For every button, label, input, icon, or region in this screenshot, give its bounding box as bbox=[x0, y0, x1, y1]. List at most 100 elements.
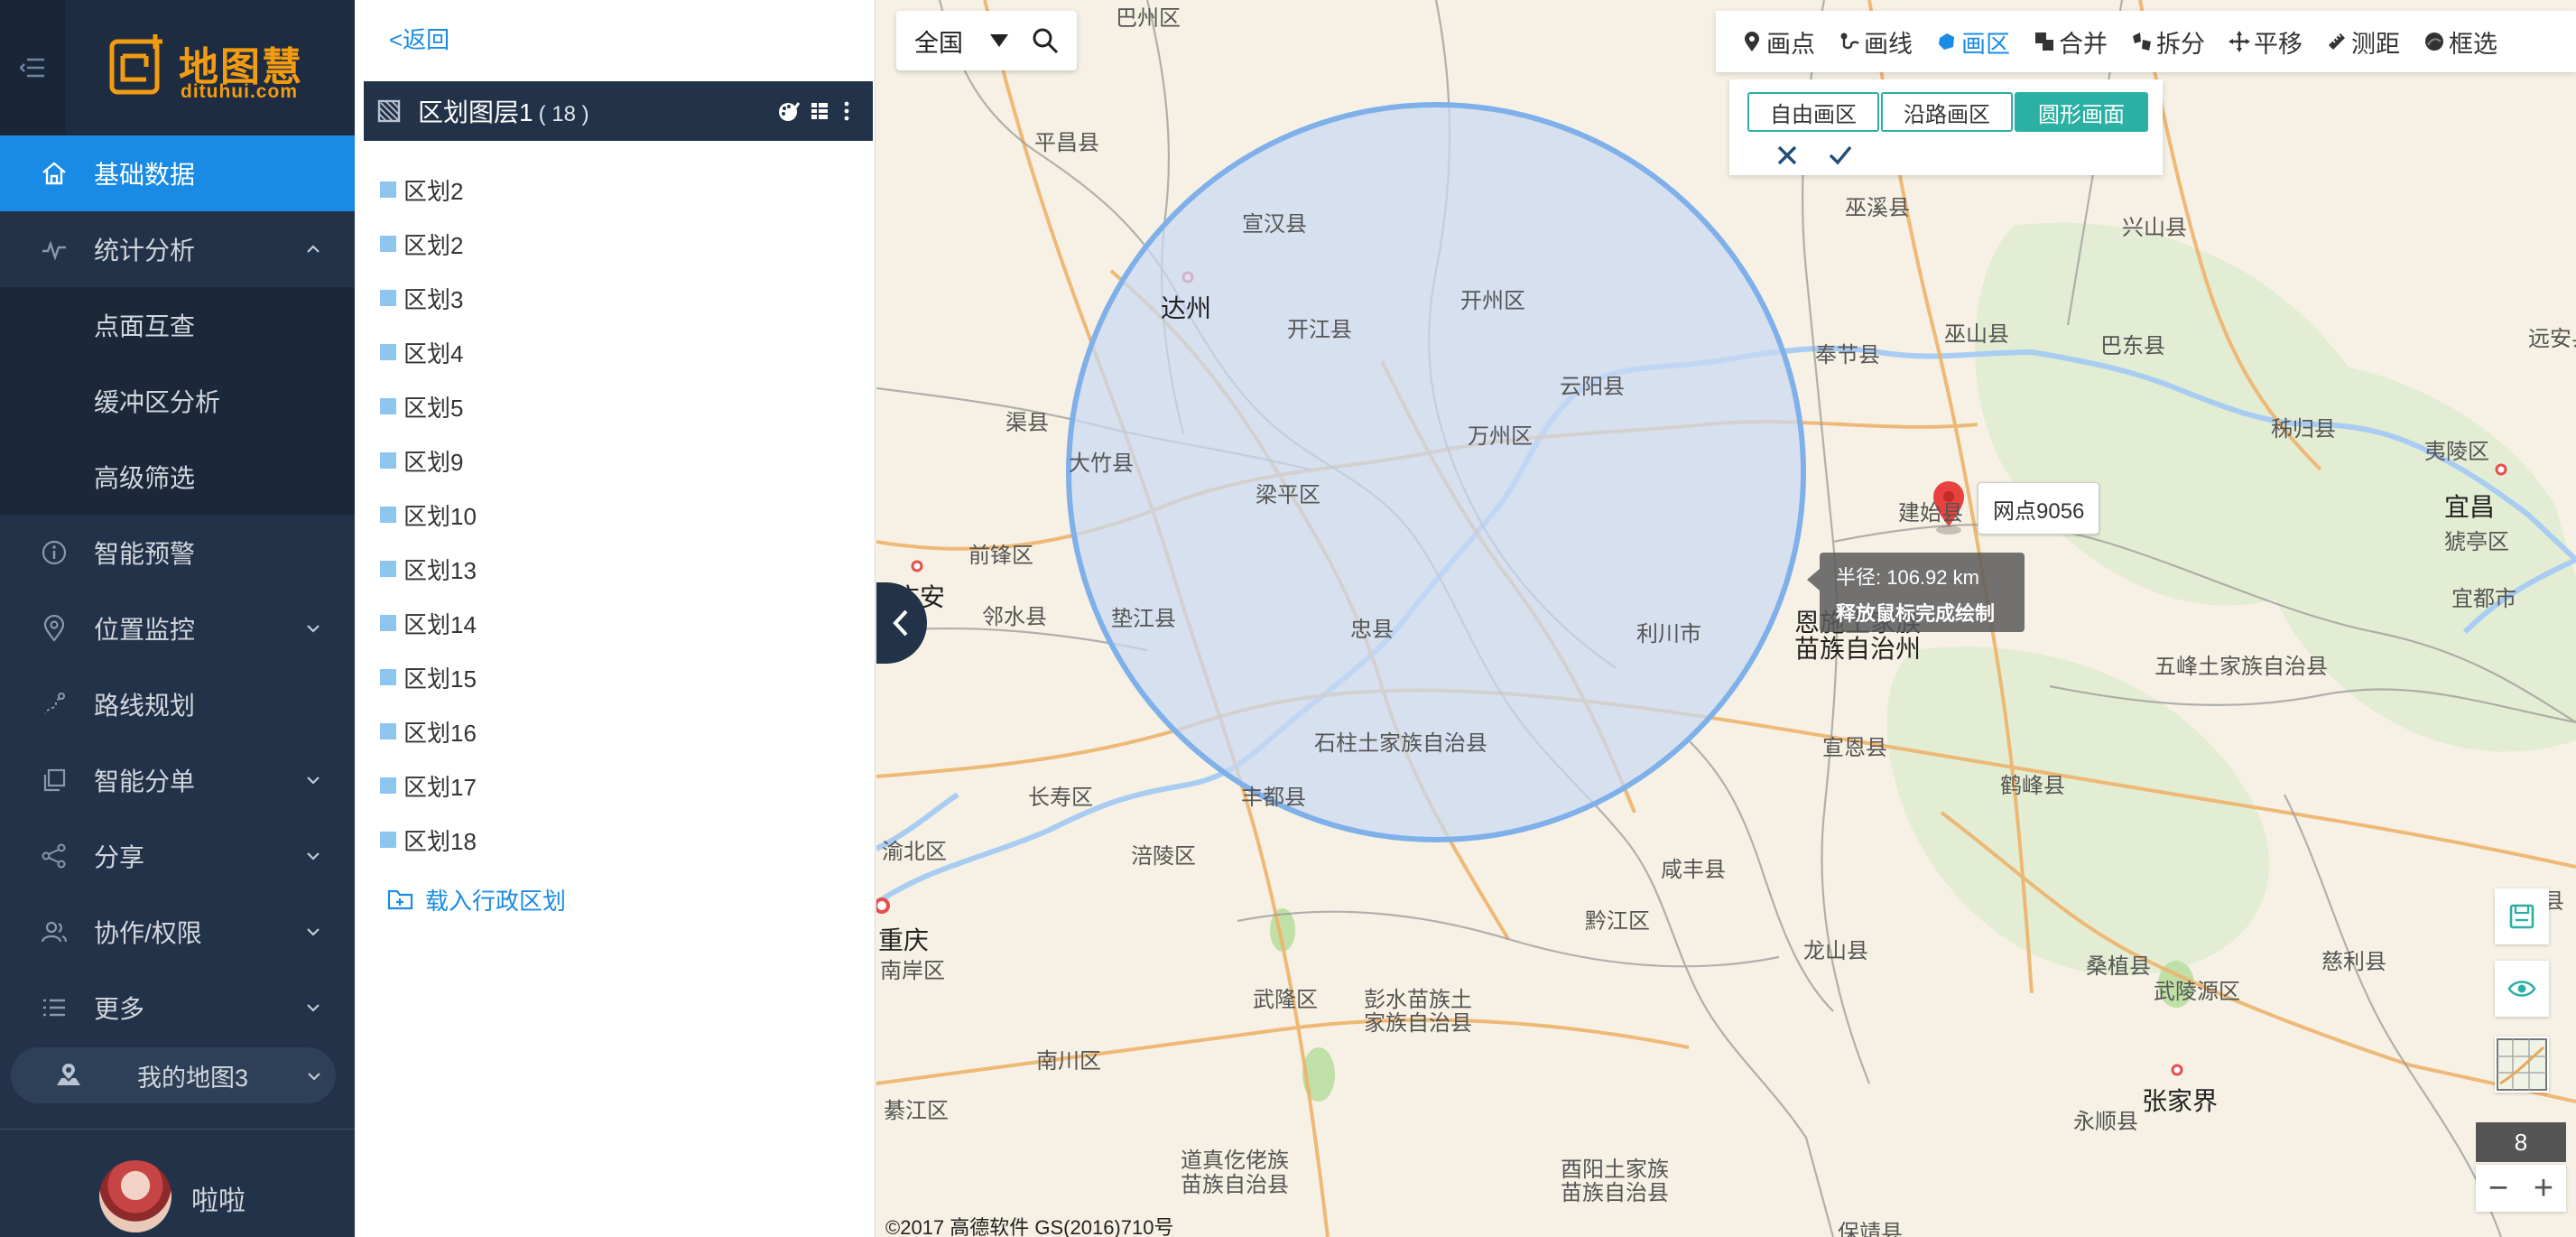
tool-box-select[interactable]: 框选 bbox=[2423, 24, 2497, 60]
menu-item-smart-alert[interactable]: 智能预警 bbox=[0, 515, 355, 591]
menu-item-buffer-analysis[interactable]: 缓冲区分析 bbox=[0, 363, 355, 439]
statistics-submenu: 点面互查 缓冲区分析 高级筛选 bbox=[0, 287, 355, 515]
tool-measure[interactable]: 测距 bbox=[2326, 24, 2400, 60]
region-item[interactable]: 区划14 bbox=[355, 596, 876, 650]
menu-item-more[interactable]: 更多 bbox=[0, 970, 355, 1046]
close-icon[interactable] bbox=[1774, 143, 1800, 168]
region-color-swatch bbox=[380, 290, 396, 306]
zoom-in-button[interactable]: + bbox=[2521, 1165, 2566, 1212]
info-icon bbox=[42, 540, 67, 565]
menu-item-share[interactable]: 分享 bbox=[0, 818, 355, 894]
mode-circle-draw-button[interactable]: 圆形画面 bbox=[2015, 92, 2148, 132]
menu-item-label: 智能分单 bbox=[94, 767, 196, 795]
map-place-label: 猇亭区 bbox=[2444, 530, 2509, 554]
map-place-label: 黔江区 bbox=[1585, 909, 1650, 934]
region-item[interactable]: 区划4 bbox=[355, 325, 876, 379]
avatar[interactable] bbox=[99, 1160, 171, 1232]
map-place-label: 张家界 bbox=[2142, 1087, 2219, 1115]
map-place-label: 达州 bbox=[1161, 294, 1212, 322]
menu-item-smart-dispatch[interactable]: 智能分单 bbox=[0, 742, 355, 818]
region-item[interactable]: 区划10 bbox=[355, 488, 876, 542]
region-item[interactable]: 区划2 bbox=[355, 163, 876, 217]
menu-item-basic-data[interactable]: 基础数据 bbox=[0, 135, 355, 211]
tool-draw-point[interactable]: 画点 bbox=[1741, 24, 1815, 60]
region-label: 区划13 bbox=[403, 556, 477, 584]
search-icon[interactable] bbox=[1032, 27, 1059, 54]
split-icon bbox=[2133, 33, 2151, 51]
tool-draw-area[interactable]: 画区 bbox=[1936, 24, 2010, 60]
mode-road-draw-button[interactable]: 沿路画区 bbox=[1881, 92, 2013, 132]
sidebar-collapse-button[interactable] bbox=[0, 0, 65, 135]
my-map-selector[interactable]: 我的地图3 bbox=[11, 1047, 336, 1103]
region-color-swatch bbox=[380, 561, 396, 577]
chevron-down-icon bbox=[307, 777, 320, 785]
polygon-icon bbox=[1939, 33, 1954, 50]
back-link[interactable]: <返回 bbox=[389, 22, 449, 55]
map-place-label: 大竹县 bbox=[1069, 451, 1134, 476]
tool-merge[interactable]: 合并 bbox=[2034, 24, 2108, 60]
map-place-label: 利川市 bbox=[1636, 622, 1701, 646]
region-item[interactable]: 区划15 bbox=[355, 650, 876, 704]
map-place-label: 宣恩县 bbox=[1822, 736, 1887, 760]
map-place-label: 奉节县 bbox=[1815, 343, 1880, 367]
logo[interactable]: 地图慧 dituhui.com bbox=[108, 27, 307, 108]
menu-item-point-area-query[interactable]: 点面互查 bbox=[0, 287, 355, 363]
table-icon[interactable] bbox=[808, 99, 831, 123]
region-item[interactable]: 区划18 bbox=[355, 813, 876, 867]
region-select[interactable]: 全国 bbox=[914, 23, 963, 59]
menu-item-location-monitor[interactable]: 位置监控 bbox=[0, 591, 355, 666]
region-item[interactable]: 区划9 bbox=[355, 433, 876, 488]
map-place-label: 苗族自治州 bbox=[1794, 635, 1922, 663]
caret-down-icon[interactable] bbox=[990, 34, 1008, 47]
map-place-label: 宜都市 bbox=[2451, 587, 2516, 611]
region-item[interactable]: 区划2 bbox=[355, 217, 876, 271]
region-label: 区划3 bbox=[403, 285, 464, 313]
map-place-label: 渝北区 bbox=[882, 840, 947, 864]
chevron-down-icon bbox=[308, 1073, 320, 1081]
mode-free-draw-button[interactable]: 自由画区 bbox=[1747, 92, 1879, 132]
tool-pan[interactable]: 平移 bbox=[2229, 24, 2303, 60]
visibility-button[interactable] bbox=[2495, 961, 2549, 1017]
menu-item-statistics[interactable]: 统计分析 bbox=[0, 211, 355, 287]
region-item[interactable]: 区划17 bbox=[355, 758, 876, 813]
menu-item-label: 高级筛选 bbox=[94, 464, 196, 492]
region-item[interactable]: 区划16 bbox=[355, 704, 876, 758]
menu-item-route-planning[interactable]: 路线规划 bbox=[0, 666, 355, 742]
basemap-switch-button[interactable] bbox=[2495, 1037, 2549, 1093]
menu-item-advanced-filter[interactable]: 高级筛选 bbox=[0, 439, 355, 515]
users-icon bbox=[41, 921, 68, 943]
map-place-label: 桑植县 bbox=[2086, 954, 2151, 979]
map-user-icon bbox=[57, 1064, 80, 1085]
tool-label: 画点 bbox=[1766, 30, 1815, 58]
sidebar: 地图慧 dituhui.com 基础数据 统计分析 点面互查 缓冲区分析 高级筛… bbox=[0, 0, 355, 1237]
region-item[interactable]: 区划13 bbox=[355, 542, 876, 596]
region-color-swatch bbox=[380, 723, 396, 739]
marker-label[interactable]: 网点9056 bbox=[1978, 482, 2100, 535]
map-place-label: 巴东县 bbox=[2100, 334, 2165, 358]
menu-item-label: 点面互查 bbox=[94, 312, 196, 340]
map-place-label: 永顺县 bbox=[2073, 1110, 2138, 1134]
menu-item-label: 路线规划 bbox=[94, 692, 196, 720]
map-canvas[interactable]: 平昌县 宣汉县 达州 开江县 开州区 巫溪县 兴山县 奉节县 巫山县 巴东县 远… bbox=[876, 0, 2576, 1237]
tool-draw-line[interactable]: 画线 bbox=[1839, 24, 1913, 60]
polyline-icon bbox=[1840, 33, 1859, 50]
main-menu: 基础数据 统计分析 点面互查 缓冲区分析 高级筛选 智能预警 位置监控 路线规划… bbox=[0, 135, 355, 1046]
region-color-swatch bbox=[380, 236, 396, 252]
menu-item-label: 更多 bbox=[94, 995, 145, 1023]
region-item[interactable]: 区划5 bbox=[355, 379, 876, 433]
menu-item-collaboration[interactable]: 协作/权限 bbox=[0, 894, 355, 970]
logo-mark-icon bbox=[109, 34, 162, 95]
zoom-out-button[interactable]: − bbox=[2476, 1165, 2521, 1212]
save-map-button[interactable] bbox=[2495, 888, 2549, 944]
more-vertical-icon[interactable] bbox=[835, 99, 858, 123]
load-admin-regions-link[interactable]: 载入行政区划 bbox=[387, 881, 566, 917]
user-name[interactable]: 啦啦 bbox=[191, 1178, 246, 1218]
check-icon[interactable] bbox=[1827, 143, 1854, 168]
logo-domain: dituhui.com bbox=[181, 81, 298, 102]
region-label: 区划9 bbox=[403, 448, 464, 476]
layer-header[interactable]: 区划图层1( 18 ) bbox=[364, 81, 873, 141]
region-item[interactable]: 区划3 bbox=[355, 271, 876, 325]
style-palette-icon[interactable] bbox=[777, 99, 801, 123]
move-icon bbox=[2229, 31, 2250, 52]
tool-split[interactable]: 拆分 bbox=[2131, 24, 2205, 60]
